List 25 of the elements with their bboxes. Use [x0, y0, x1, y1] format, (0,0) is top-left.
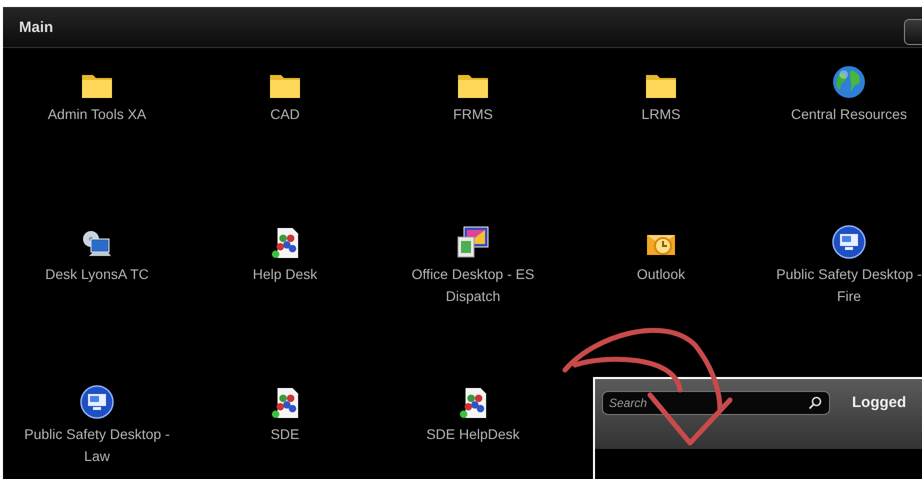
shortcut-label[interactable]: Desk LyonsA TC	[45, 263, 149, 285]
molecule-document-icon	[458, 387, 488, 419]
molecule-document-icon	[270, 227, 300, 259]
panel-title: Main	[19, 18, 54, 36]
shortcut-label[interactable]: SDE	[270, 423, 300, 445]
shortcut-label[interactable]: SDE HelpDesk	[426, 423, 520, 445]
shortcut-label[interactable]: LRMS	[642, 103, 680, 125]
shortcut-label[interactable]: Help Desk	[252, 263, 318, 285]
shortcut-label[interactable]: Outlook	[636, 263, 686, 285]
shortcut-label[interactable]: Admin Tools XA	[48, 103, 146, 125]
molecule-document-icon	[270, 387, 300, 419]
shortcut-label[interactable]: Central Resources	[791, 103, 907, 125]
shortcut-label[interactable]: Office Desktop - ES Dispatch	[398, 263, 548, 307]
monitor-icon	[80, 385, 114, 419]
shortcut-label[interactable]: Public Safety Desktop - Fire	[774, 263, 922, 307]
desktop-window-icon	[456, 225, 490, 259]
globe-icon	[832, 65, 866, 99]
login-status: Logged	[852, 393, 906, 413]
shortcut-label[interactable]: CAD	[270, 103, 300, 125]
shortcut-label[interactable]: FRMS	[453, 103, 493, 125]
search-field[interactable]: Search	[602, 391, 830, 415]
monitor-icon	[832, 225, 866, 259]
computer-icon	[81, 229, 113, 259]
shortcut-label[interactable]: Public Safety Desktop - Law	[22, 423, 172, 467]
search-icon	[808, 396, 822, 410]
